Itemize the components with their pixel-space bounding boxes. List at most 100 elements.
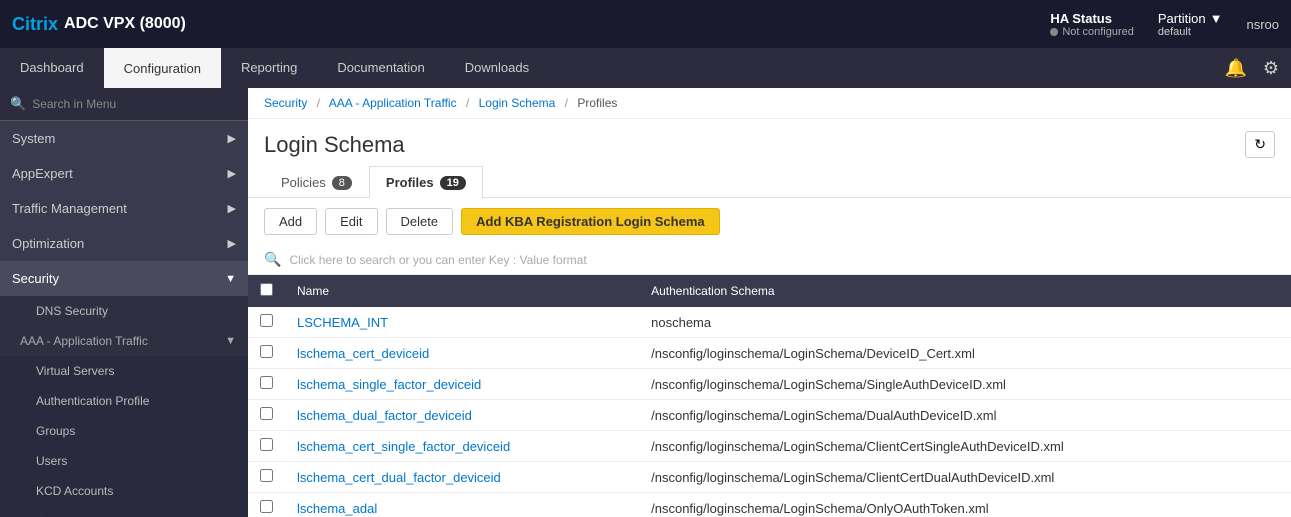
row-checkbox-cell <box>248 493 285 517</box>
tab-policies[interactable]: Policies 8 <box>264 166 369 198</box>
tab-profiles[interactable]: Profiles 19 <box>369 166 483 198</box>
add-button[interactable]: Add <box>264 208 317 235</box>
chevron-right-icon: ▶ <box>228 167 236 180</box>
row-checkbox[interactable] <box>260 376 273 389</box>
page-title: Login Schema <box>264 132 405 158</box>
table-row: lschema_cert_dual_factor_deviceid /nscon… <box>248 462 1291 493</box>
partition-label: Partition ▼ <box>1158 11 1223 26</box>
toolbar: Add Edit Delete Add KBA Registration Log… <box>248 198 1291 245</box>
page-header: Login Schema ↻ <box>248 119 1291 166</box>
sidebar-item-label: Security <box>12 271 59 286</box>
row-auth-schema: /nsconfig/loginschema/LoginSchema/Device… <box>639 338 1291 369</box>
table-row: lschema_cert_deviceid /nsconfig/loginsch… <box>248 338 1291 369</box>
chevron-down-icon: ▼ <box>225 273 236 285</box>
row-name[interactable]: lschema_dual_factor_deviceid <box>285 400 639 431</box>
sidebar-item-kcd-accounts[interactable]: KCD Accounts <box>0 476 248 506</box>
row-checkbox[interactable] <box>260 500 273 513</box>
sidebar-item-system[interactable]: System ▶ <box>0 121 248 156</box>
search-icon: 🔍 <box>10 96 26 112</box>
citrix-label: Citrix <box>12 14 58 35</box>
table-row: lschema_dual_factor_deviceid /nsconfig/l… <box>248 400 1291 431</box>
adc-label: ADC VPX (8000) <box>64 15 186 33</box>
th-name: Name <box>285 275 639 307</box>
row-checkbox-cell <box>248 369 285 400</box>
top-icons: nsroo <box>1246 17 1279 32</box>
sidebar-item-authentication-profile[interactable]: Authentication Profile <box>0 386 248 416</box>
row-auth-schema: /nsconfig/loginschema/LoginSchema/Client… <box>639 462 1291 493</box>
search-bar-placeholder: Click here to search or you can enter Ke… <box>289 253 586 267</box>
aaa-sub-section: Virtual Servers Authentication Profile G… <box>0 356 248 517</box>
main-layout: 🔍 System ▶ AppExpert ▶ Traffic Managemen… <box>0 88 1291 517</box>
ha-status-label: HA Status <box>1050 11 1112 26</box>
security-sub-section: DNS Security AAA - Application Traffic ▼… <box>0 296 248 517</box>
refresh-button[interactable]: ↻ <box>1245 131 1275 158</box>
row-auth-schema: /nsconfig/loginschema/LoginSchema/Single… <box>639 369 1291 400</box>
sidebar-item-label: Optimization <box>12 236 84 251</box>
row-name[interactable]: lschema_cert_single_factor_deviceid <box>285 431 639 462</box>
content-area: Security / AAA - Application Traffic / L… <box>248 88 1291 517</box>
sidebar-item-appexpert[interactable]: AppExpert ▶ <box>0 156 248 191</box>
nav-dashboard[interactable]: Dashboard <box>0 48 104 88</box>
partition-section[interactable]: Partition ▼ default <box>1158 11 1223 38</box>
row-name[interactable]: lschema_cert_deviceid <box>285 338 639 369</box>
row-name[interactable]: lschema_single_factor_deviceid <box>285 369 639 400</box>
edit-button[interactable]: Edit <box>325 208 377 235</box>
breadcrumb: Security / AAA - Application Traffic / L… <box>248 88 1291 119</box>
sidebar-item-aaa[interactable]: AAA - Application Traffic ▼ <box>0 326 248 356</box>
sidebar-item-virtual-servers[interactable]: Virtual Servers <box>0 356 248 386</box>
row-checkbox[interactable] <box>260 469 273 482</box>
row-checkbox[interactable] <box>260 314 273 327</box>
sidebar-item-groups[interactable]: Groups <box>0 416 248 446</box>
row-checkbox-cell <box>248 400 285 431</box>
sidebar-item-login-schema[interactable]: ★ Login Schema <box>0 506 248 517</box>
nav-right-icons: 🔔 ⚙ <box>1224 58 1291 79</box>
row-checkbox[interactable] <box>260 438 273 451</box>
add-kba-button[interactable]: Add KBA Registration Login Schema <box>461 208 719 235</box>
nav-configuration[interactable]: Configuration <box>104 48 221 88</box>
sidebar-item-users[interactable]: Users <box>0 446 248 476</box>
row-checkbox-cell <box>248 307 285 338</box>
row-name[interactable]: lschema_adal <box>285 493 639 517</box>
row-auth-schema: /nsconfig/loginschema/LoginSchema/Client… <box>639 431 1291 462</box>
ha-status-value: Not configured <box>1050 26 1134 38</box>
row-name[interactable]: LSCHEMA_INT <box>285 307 639 338</box>
sidebar-item-security[interactable]: Security ▼ <box>0 261 248 296</box>
table-row: LSCHEMA_INT noschema <box>248 307 1291 338</box>
breadcrumb-security[interactable]: Security <box>264 96 307 110</box>
th-auth-schema: Authentication Schema <box>639 275 1291 307</box>
table-row: lschema_cert_single_factor_deviceid /nsc… <box>248 431 1291 462</box>
tabs-container: Policies 8 Profiles 19 <box>248 166 1291 198</box>
row-auth-schema: /nsconfig/loginschema/LoginSchema/DualAu… <box>639 400 1291 431</box>
nav-bar: Dashboard Configuration Reporting Docume… <box>0 48 1291 88</box>
sidebar: 🔍 System ▶ AppExpert ▶ Traffic Managemen… <box>0 88 248 517</box>
search-bar: 🔍 Click here to search or you can enter … <box>248 245 1291 275</box>
sidebar-item-optimization[interactable]: Optimization ▶ <box>0 226 248 261</box>
breadcrumb-login-schema[interactable]: Login Schema <box>479 96 556 110</box>
delete-button[interactable]: Delete <box>386 208 454 235</box>
row-name[interactable]: lschema_cert_dual_factor_deviceid <box>285 462 639 493</box>
nav-downloads[interactable]: Downloads <box>445 48 549 88</box>
policies-count: 8 <box>332 176 352 190</box>
row-checkbox[interactable] <box>260 407 273 420</box>
select-all-checkbox[interactable] <box>260 283 273 296</box>
chevron-right-icon: ▶ <box>228 132 236 145</box>
user-label: nsroo <box>1246 17 1279 32</box>
table-row: lschema_adal /nsconfig/loginschema/Login… <box>248 493 1291 517</box>
table-row: lschema_single_factor_deviceid /nsconfig… <box>248 369 1291 400</box>
row-checkbox[interactable] <box>260 345 273 358</box>
sidebar-search-container[interactable]: 🔍 <box>0 88 248 121</box>
th-checkbox <box>248 275 285 307</box>
search-input[interactable] <box>32 97 238 111</box>
breadcrumb-aaa[interactable]: AAA - Application Traffic <box>329 96 457 110</box>
nav-reporting[interactable]: Reporting <box>221 48 317 88</box>
chevron-down-icon: ▼ <box>225 335 236 347</box>
sidebar-item-traffic-management[interactable]: Traffic Management ▶ <box>0 191 248 226</box>
sidebar-item-dns-security[interactable]: DNS Security <box>0 296 248 326</box>
notification-icon[interactable]: 🔔 <box>1224 58 1246 79</box>
row-checkbox-cell <box>248 462 285 493</box>
sidebar-item-label: AppExpert <box>12 166 73 181</box>
breadcrumb-profiles: Profiles <box>577 96 617 110</box>
nav-documentation[interactable]: Documentation <box>317 48 444 88</box>
settings-icon[interactable]: ⚙ <box>1263 58 1279 79</box>
chevron-right-icon: ▶ <box>228 202 236 215</box>
